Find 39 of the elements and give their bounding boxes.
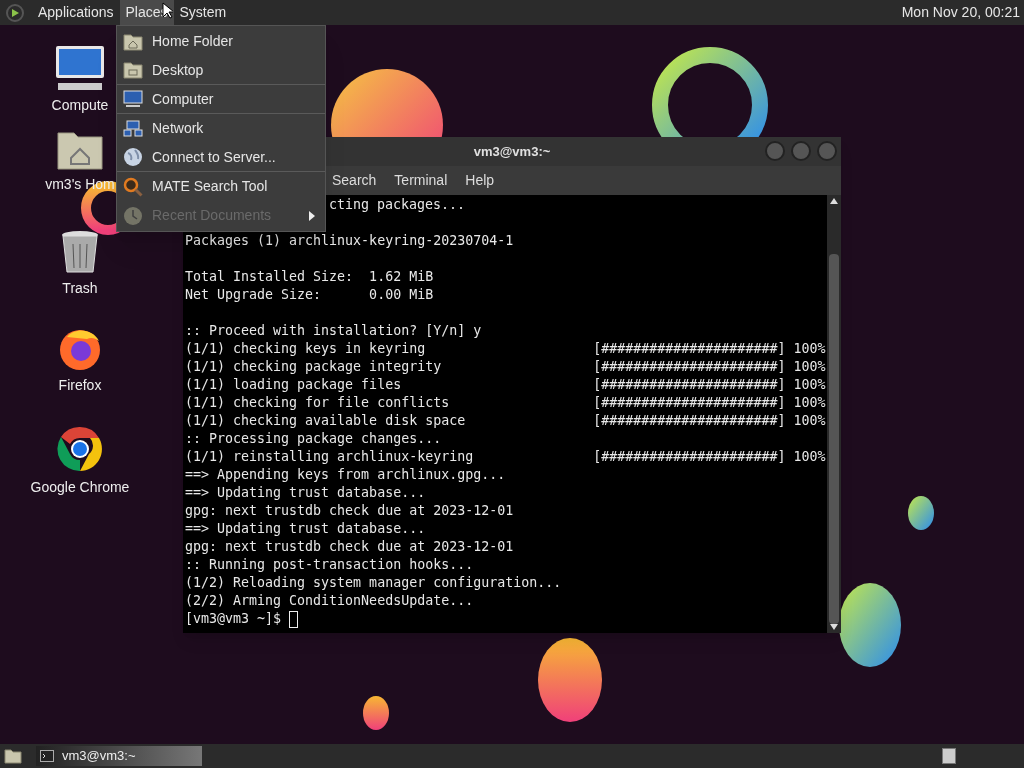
terminal-line: ==> Appending keys from archlinux.gpg... [185,467,506,482]
desktop-icon-label[interactable]: Compute [51,95,109,116]
terminal-line: Net Upgrade Size: 0.00 MiB [185,287,434,302]
panel-menu[interactable]: System [173,0,233,25]
window-title: vm3@vm3:~ [473,142,551,161]
desktop-icon-label[interactable]: Trash [62,278,98,299]
terminal-line: (2/2) Arming ConditionNeedsUpdate... [185,593,474,608]
terminal-line: :: Proceed with installation? [Y/n] y [185,323,482,338]
terminal-line: (1/1) checking for file conflicts [######################] 100% [185,395,826,410]
terminal-line: (1/1) checking package integrity [######################] 100% [185,359,826,374]
terminal-line: ==> Updating trust database... [185,521,426,536]
desktop-icon-label[interactable]: Firefox [58,375,102,396]
terminal-line: :: Processing package changes... [185,431,442,446]
clock[interactable]: Mon Nov 20, 00:21 [901,2,1020,23]
panel-menu[interactable]: Applications [32,0,120,25]
menu-item[interactable]: Computer [117,85,325,114]
terminal-line: (1/1) loading package files [######################] 100% [185,377,826,392]
terminal-line: ==> Updating trust database... [185,485,426,500]
terminal-line: (1/1) checking keys in keyring [######################] 100% [185,341,826,356]
menu-item[interactable]: Network [117,114,325,143]
terminal-line: (1/2) Reloading system manager configuration... [185,575,562,590]
menu-item[interactable]: MATE Search Tool [117,172,325,201]
terminal-line: (1/1) checking available disk space [######################] 100% [185,413,826,428]
terminal-line: :: Running post-transaction hooks... [185,557,474,572]
terminal-line: cting packages... [329,197,466,212]
terminal-line: gpg: next trustdb check due at 2023-12-01 [185,503,514,518]
terminal-menu-item[interactable]: Help [456,170,504,191]
terminal-line: gpg: next trustdb check due at 2023-12-01 [185,539,514,554]
terminal-line: (1/1) reinstalling archlinux-keyring [######################] 100% [185,449,826,464]
desktop-icon-label[interactable]: Google Chrome [30,477,130,498]
menu-item[interactable]: Home Folder [117,27,325,56]
task-button[interactable]: vm3@vm3:~ [36,746,202,766]
terminal-menu-item[interactable]: Search [323,170,386,191]
menu-item[interactable]: Connect to Server... [117,143,325,172]
menu-item[interactable]: Desktop [117,56,325,85]
terminal-line: Total Installed Size: 1.62 MiB [185,269,434,284]
terminal-line: Packages (1) archlinux-keyring-20230704-1 [185,233,514,248]
terminal-prompt: [vm3@vm3 ~]$ [185,610,283,628]
terminal-menu-item[interactable]: Terminal [385,170,457,191]
